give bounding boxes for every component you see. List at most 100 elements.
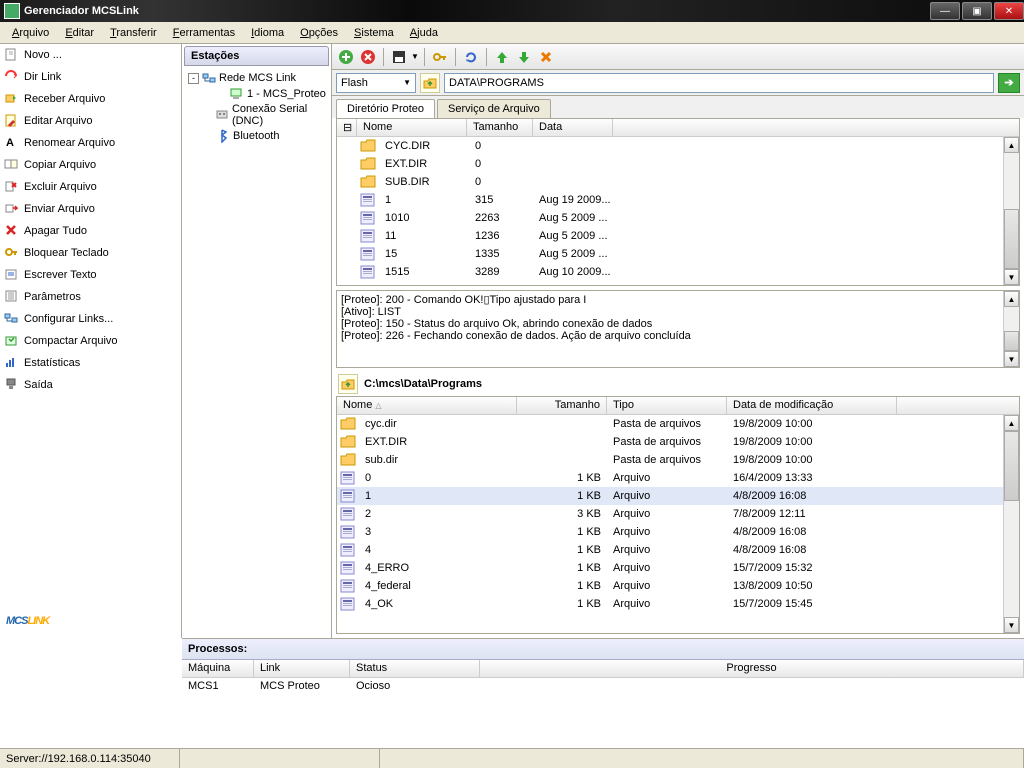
processes-header: Processos:: [182, 639, 1024, 660]
lcol-type[interactable]: Tipo: [607, 397, 727, 414]
maximize-button[interactable]: ▣: [962, 2, 992, 20]
side-configurar-links-[interactable]: Configurar Links...: [0, 308, 181, 330]
tree-icon: [229, 87, 245, 101]
col-size[interactable]: Tamanho: [467, 119, 533, 136]
side-novo-[interactable]: Novo ...: [0, 44, 181, 66]
file-icon: [340, 543, 356, 557]
local-file-row[interactable]: 41 KBArquivo4/8/2009 16:08: [337, 541, 1019, 559]
log-line: [Proteo]: 200 - Comando OK!▯Tipo ajustad…: [341, 293, 1015, 306]
menu-opções[interactable]: Opções: [292, 24, 346, 42]
remote-file-row[interactable]: EXT.DIR0: [337, 155, 1019, 173]
file-icon: [360, 229, 376, 243]
toolbar: ▼: [332, 44, 1024, 70]
lcol-size[interactable]: Tamanho: [517, 397, 607, 414]
side-copiar-arquivo[interactable]: Copiar Arquivo: [0, 154, 181, 176]
local-file-row[interactable]: 4_ERRO1 KBArquivo15/7/2009 15:32: [337, 559, 1019, 577]
side-receber-arquivo[interactable]: Receber Arquivo: [0, 88, 181, 110]
pcol-link[interactable]: Link: [254, 660, 350, 677]
local-file-row[interactable]: 11 KBArquivo4/8/2009 16:08: [337, 487, 1019, 505]
local-file-panel: Nome △ Tamanho Tipo Data de modificação …: [336, 396, 1020, 634]
remove-icon[interactable]: [358, 47, 378, 67]
side-enviar-arquivo[interactable]: Enviar Arquivo: [0, 198, 181, 220]
side-sa-da[interactable]: Saída: [0, 374, 181, 396]
remote-file-row[interactable]: 1315Aug 19 2009...: [337, 191, 1019, 209]
pcol-progress[interactable]: Progresso: [480, 660, 1024, 677]
local-file-row[interactable]: 31 KBArquivo4/8/2009 16:08: [337, 523, 1019, 541]
lcol-date[interactable]: Data de modificação: [727, 397, 897, 414]
menu-ajuda[interactable]: Ajuda: [402, 24, 446, 42]
file-icon: [340, 579, 356, 593]
tab-file-service[interactable]: Serviço de Arquivo: [437, 99, 551, 118]
close-button[interactable]: ✕: [994, 2, 1024, 20]
log-line: [Ativo]: LIST: [341, 306, 1015, 318]
key-icon[interactable]: [430, 47, 450, 67]
local-file-row[interactable]: 4_OK1 KBArquivo15/7/2009 15:45: [337, 595, 1019, 613]
up-arrow-icon[interactable]: [492, 47, 512, 67]
local-file-row[interactable]: 23 KBArquivo7/8/2009 12:11: [337, 505, 1019, 523]
side-renomear-arquivo[interactable]: ARenomear Arquivo: [0, 132, 181, 154]
menu-transferir[interactable]: Transferir: [102, 24, 165, 42]
side-excluir-arquivo[interactable]: Excluir Arquivo: [0, 176, 181, 198]
local-file-row[interactable]: 4_federal1 KBArquivo13/8/2009 10:50: [337, 577, 1019, 595]
folder-up-button[interactable]: [420, 73, 440, 93]
side-par-metros[interactable]: Parâmetros: [0, 286, 181, 308]
down-arrow-icon[interactable]: [514, 47, 534, 67]
dropdown-arrow-icon[interactable]: ▼: [411, 52, 419, 61]
remote-path-input[interactable]: DATA\PROGRAMS: [444, 73, 994, 93]
menu-idioma[interactable]: Idioma: [243, 24, 292, 42]
process-row[interactable]: MCS1 MCS Proteo Ocioso: [182, 678, 1024, 694]
pcol-machine[interactable]: Máquina: [182, 660, 254, 677]
remote-file-row[interactable]: SUB.DIR0: [337, 173, 1019, 191]
tree-node[interactable]: -Rede MCS Link: [188, 70, 331, 86]
delete-icon[interactable]: [536, 47, 556, 67]
action-icon: [4, 267, 20, 283]
minimize-button[interactable]: —: [930, 2, 960, 20]
menu-ferramentas[interactable]: Ferramentas: [165, 24, 243, 42]
side-bloquear-teclado[interactable]: Bloquear Teclado: [0, 242, 181, 264]
action-icon: [4, 69, 20, 85]
tree-icon: [215, 129, 231, 143]
remote-file-row[interactable]: CYC.DIR0: [337, 137, 1019, 155]
side-compactar-arquivo[interactable]: Compactar Arquivo: [0, 330, 181, 352]
local-folder-up-button[interactable]: [338, 374, 358, 394]
side-apagar-tudo[interactable]: Apagar Tudo: [0, 220, 181, 242]
side-estat-sticas[interactable]: Estatísticas: [0, 352, 181, 374]
tree-node[interactable]: Bluetooth: [188, 128, 331, 144]
remote-file-row[interactable]: 111236Aug 5 2009 ...: [337, 227, 1019, 245]
scrollbar[interactable]: ▲ ▼: [1003, 415, 1019, 633]
refresh-icon[interactable]: [461, 47, 481, 67]
save-icon[interactable]: [389, 47, 409, 67]
menu-editar[interactable]: Editar: [57, 24, 102, 42]
add-icon[interactable]: [336, 47, 356, 67]
go-button[interactable]: ➔: [998, 73, 1020, 93]
menu-arquivo[interactable]: Arquivo: [4, 24, 57, 42]
tree-expander[interactable]: -: [188, 73, 199, 84]
side-escrever-texto[interactable]: Escrever Texto: [0, 264, 181, 286]
action-icon: [4, 377, 20, 393]
folder-icon: [360, 157, 376, 171]
window-title: Gerenciador MCSLink: [24, 5, 928, 17]
remote-file-row[interactable]: 15153289Aug 10 2009...: [337, 263, 1019, 281]
scrollbar[interactable]: ▲ ▼: [1003, 137, 1019, 285]
remote-file-row[interactable]: 10102263Aug 5 2009 ...: [337, 209, 1019, 227]
col-date[interactable]: Data: [533, 119, 613, 136]
col-name[interactable]: Nome: [357, 119, 467, 136]
drive-combo[interactable]: Flash▼: [336, 73, 416, 93]
tab-proteo-dir[interactable]: Diretório Proteo: [336, 99, 435, 118]
local-file-row[interactable]: EXT.DIRPasta de arquivos19/8/2009 10:00: [337, 433, 1019, 451]
local-file-row[interactable]: 01 KBArquivo16/4/2009 13:33: [337, 469, 1019, 487]
side-editar-arquivo[interactable]: Editar Arquivo: [0, 110, 181, 132]
tree-node[interactable]: 1 - MCS_Proteo: [188, 86, 331, 102]
pcol-status[interactable]: Status: [350, 660, 480, 677]
lcol-name[interactable]: Nome △: [337, 397, 517, 414]
menu-sistema[interactable]: Sistema: [346, 24, 402, 42]
tree-node[interactable]: Conexão Serial (DNC): [188, 102, 331, 128]
tree-toggle[interactable]: ⊟: [337, 119, 357, 136]
action-icon: [4, 289, 20, 305]
scrollbar[interactable]: ▲▼: [1003, 291, 1019, 367]
local-file-row[interactable]: sub.dirPasta de arquivos19/8/2009 10:00: [337, 451, 1019, 469]
side-dir-link[interactable]: Dir Link: [0, 66, 181, 88]
sidebar: Novo ...Dir LinkReceber ArquivoEditar Ar…: [0, 44, 182, 638]
local-file-row[interactable]: cyc.dirPasta de arquivos19/8/2009 10:00: [337, 415, 1019, 433]
remote-file-row[interactable]: 151335Aug 5 2009 ...: [337, 245, 1019, 263]
